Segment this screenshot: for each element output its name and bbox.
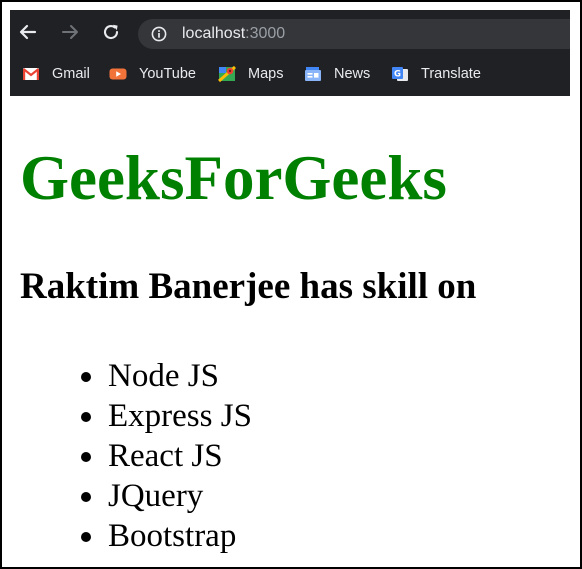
skill-item: Express JS — [20, 396, 252, 436]
bookmark-label: News — [334, 66, 371, 82]
browser-chrome: localhost:3000 Gmail YouTube Maps News G… — [10, 10, 570, 96]
url-host: localhost — [182, 25, 246, 42]
forward-icon — [62, 25, 78, 39]
url-text[interactable]: localhost:3000 — [182, 24, 285, 44]
svg-text:G: G — [394, 69, 401, 79]
screenshot-frame: localhost:3000 Gmail YouTube Maps News G… — [0, 0, 582, 569]
bookmark-label: Gmail — [52, 66, 90, 82]
skill-item: Node JS — [20, 356, 252, 396]
bullet-icon — [81, 452, 91, 462]
skill-item: JQuery — [20, 476, 252, 516]
back-icon — [19, 24, 37, 40]
bookmark-maps[interactable]: Maps — [218, 63, 283, 85]
bookmark-label: Maps — [248, 66, 284, 82]
bookmarks-bar: Gmail YouTube Maps News G Translate — [10, 59, 570, 89]
bookmark-translate[interactable]: G Translate — [391, 63, 481, 85]
skill-label: Bootstrap — [108, 518, 237, 554]
page-subtitle: Raktim Banerjee has skill on — [20, 266, 477, 307]
skill-item: Bootstrap — [20, 516, 252, 556]
bullet-icon — [81, 532, 91, 542]
bookmark-label: Translate — [421, 66, 481, 82]
maps-icon — [218, 66, 236, 82]
bookmark-label: YouTube — [139, 66, 196, 82]
bullet-icon — [81, 372, 91, 382]
reload-button[interactable] — [99, 20, 123, 44]
translate-icon: G — [392, 67, 408, 81]
skill-label: React JS — [108, 438, 223, 474]
navigation-bar: localhost:3000 — [10, 10, 570, 56]
bookmark-gmail[interactable]: Gmail — [22, 63, 90, 85]
skill-item: React JS — [20, 436, 252, 476]
address-bar[interactable]: localhost:3000 — [138, 19, 570, 49]
gmail-icon — [22, 68, 40, 80]
youtube-icon — [109, 68, 127, 80]
skill-label: Express JS — [108, 398, 252, 434]
skill-label: JQuery — [108, 478, 204, 514]
reload-icon — [103, 24, 119, 40]
back-button[interactable] — [16, 20, 40, 44]
url-port: :3000 — [245, 25, 286, 42]
forward-button[interactable] — [58, 20, 82, 44]
bookmark-youtube[interactable]: YouTube — [109, 63, 196, 85]
skill-label: Node JS — [108, 358, 219, 394]
info-icon[interactable] — [151, 26, 167, 42]
bullet-icon — [81, 492, 91, 502]
bullet-icon — [81, 412, 91, 422]
page-title: GeeksForGeeks — [20, 143, 447, 213]
news-icon — [305, 67, 321, 81]
bookmark-news[interactable]: News — [304, 63, 370, 85]
skills-list: Node JS Express JS React JS JQuery Boots… — [20, 356, 252, 556]
